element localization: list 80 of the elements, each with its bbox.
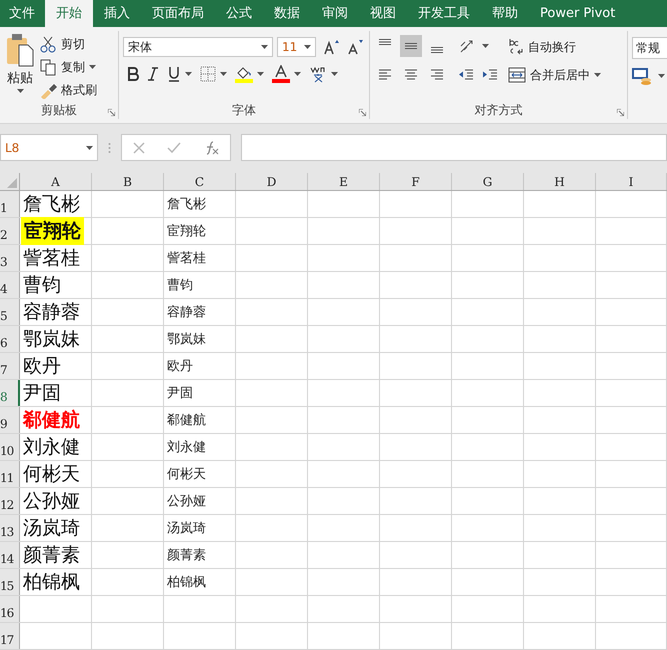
format-painter-button[interactable]: 格式刷 <box>38 80 99 100</box>
merge-center-button[interactable]: 合并后居中 <box>506 65 603 85</box>
cell-text: 鄂岚妹 <box>166 330 207 348</box>
cell-text: 尹固 <box>22 382 62 406</box>
cell-text: 刘永健 <box>22 436 81 460</box>
cell-text: 曹钧 <box>166 276 194 294</box>
cell-text: 郗健航 <box>166 411 207 429</box>
column-header[interactable]: G <box>452 173 524 190</box>
row-header[interactable]: 9 <box>0 407 20 433</box>
ribbon-tab[interactable]: 数据 <box>263 0 311 27</box>
cell-text: 柏锦枫 <box>22 571 81 595</box>
row-header[interactable]: 10 <box>0 434 20 460</box>
cell-text: 欧丹 <box>166 357 194 375</box>
cell-text: 容静蓉 <box>22 301 81 325</box>
ribbon-tab[interactable]: 文件 <box>0 0 45 27</box>
row-header[interactable]: 7 <box>0 353 20 379</box>
group-label: 字体 <box>232 102 256 118</box>
column-header[interactable]: B <box>92 173 164 190</box>
ribbon-tab[interactable]: 帮助 <box>481 0 529 27</box>
cell-text: 曹钧 <box>22 274 62 298</box>
cell-text: 刘永健 <box>166 438 207 456</box>
cell-text: 詹飞彬 <box>166 195 207 213</box>
name-box[interactable]: L8 <box>0 134 98 161</box>
ribbon-tab[interactable]: 开发工具 <box>407 0 481 27</box>
cell-text: 何彬天 <box>166 465 207 483</box>
paste-button[interactable]: 粘贴 <box>4 31 36 101</box>
row-header[interactable]: 4 <box>0 272 20 298</box>
cell-text: 何彬天 <box>22 463 81 487</box>
cell-text: 公孙娅 <box>22 490 81 514</box>
cell-text: 公孙娅 <box>166 492 207 510</box>
row-header[interactable]: 13 <box>0 515 20 541</box>
column-header[interactable]: H <box>524 173 596 190</box>
row-header[interactable]: 1 <box>0 191 20 217</box>
row-header[interactable]: 12 <box>0 488 20 514</box>
cell-text: 欧丹 <box>22 355 62 379</box>
font-size-dropdown[interactable]: 11 <box>277 37 316 57</box>
group-label: 剪贴板 <box>41 102 77 118</box>
row-header[interactable]: 8 <box>0 380 20 406</box>
column-header[interactable]: F <box>380 173 452 190</box>
cell-text: 颜菁素 <box>166 546 207 564</box>
column-header[interactable]: I <box>596 173 667 190</box>
cell-text: 汤岚琦 <box>22 517 81 541</box>
row-header[interactable]: 14 <box>0 542 20 568</box>
column-header[interactable]: A <box>20 173 92 190</box>
wrap-text-button[interactable]: 自动换行 <box>506 37 603 57</box>
cut-button[interactable]: 剪切 <box>38 34 99 54</box>
number-format-dropdown[interactable]: 常规 <box>632 37 667 59</box>
ribbon-tab[interactable]: 视图 <box>359 0 407 27</box>
ribbon-tab[interactable]: 页面布局 <box>141 0 215 27</box>
cell-text: 宦翔轮 <box>21 217 84 245</box>
cell-text: 鄂岚妹 <box>22 328 81 352</box>
row-header[interactable]: 3 <box>0 245 20 271</box>
column-header[interactable]: D <box>236 173 308 190</box>
ribbon-tab[interactable]: 开始 <box>45 0 93 27</box>
ribbon-tab[interactable]: Power Pivot <box>529 0 626 27</box>
cell-text: 訾茗桂 <box>166 249 207 267</box>
group-label: 对齐方式 <box>474 102 522 118</box>
cell-text: 汤岚琦 <box>166 519 207 537</box>
cell-text: 訾茗桂 <box>22 247 81 271</box>
cell-text: 郗健航 <box>22 408 81 433</box>
row-header[interactable]: 17 <box>0 623 20 649</box>
cell-text: 颜菁素 <box>22 544 81 568</box>
row-header[interactable]: 5 <box>0 299 20 325</box>
cell-text: 詹飞彬 <box>22 193 81 217</box>
copy-button[interactable]: 复制 <box>38 57 99 77</box>
cell-text: 柏锦枫 <box>166 573 207 591</box>
column-header[interactable]: E <box>308 173 380 190</box>
row-header[interactable]: 6 <box>0 326 20 352</box>
cell-text: 容静蓉 <box>166 303 207 321</box>
column-header[interactable]: C <box>164 173 236 190</box>
font-name-dropdown[interactable]: 宋体 <box>123 37 273 57</box>
ribbon-tab[interactable]: 审阅 <box>311 0 359 27</box>
cell-text: 尹固 <box>166 384 194 402</box>
row-header[interactable]: 16 <box>0 596 20 622</box>
row-header[interactable]: 15 <box>0 569 20 595</box>
row-header[interactable]: 2 <box>0 218 20 244</box>
row-header[interactable]: 11 <box>0 461 20 487</box>
ribbon-tab[interactable]: 公式 <box>215 0 263 27</box>
ribbon-tab[interactable]: 插入 <box>93 0 141 27</box>
cell-text: 宦翔轮 <box>166 222 207 240</box>
